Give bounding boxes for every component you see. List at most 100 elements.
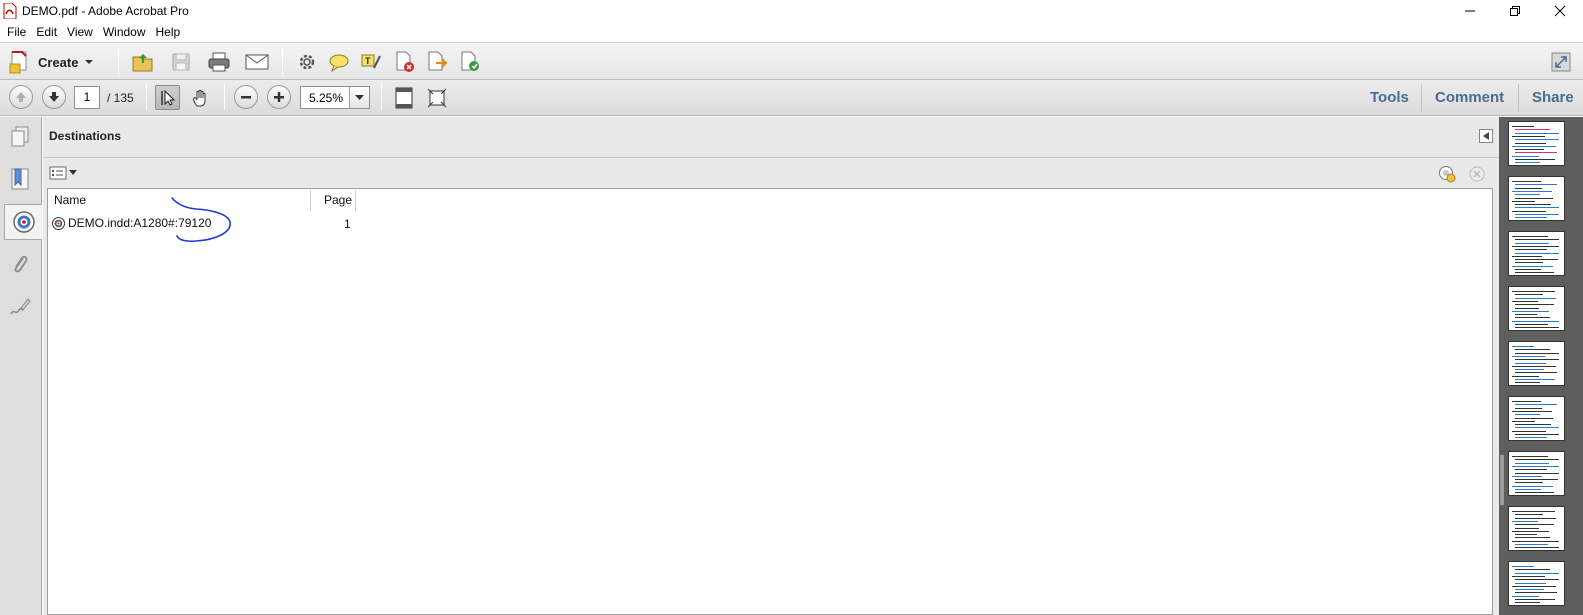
page-thumbnail[interactable] bbox=[1508, 176, 1565, 221]
delete-circle-icon bbox=[1469, 166, 1485, 182]
hand-tool-button[interactable] bbox=[188, 85, 213, 110]
restore-button[interactable] bbox=[1492, 0, 1538, 22]
destination-row[interactable]: DEMO.indd:A1280#:79120 bbox=[52, 213, 211, 233]
attachments-button[interactable] bbox=[4, 247, 36, 283]
destination-target-icon bbox=[52, 216, 65, 230]
select-tool-button[interactable] bbox=[155, 85, 180, 110]
delete-pdf-button[interactable] bbox=[392, 50, 418, 74]
scan-target-icon bbox=[1439, 166, 1456, 183]
comment-icon bbox=[329, 54, 349, 72]
zoom-out-button[interactable] bbox=[234, 85, 258, 109]
navigation-pane-rail bbox=[0, 117, 42, 615]
save-icon bbox=[172, 53, 190, 71]
target-icon bbox=[12, 211, 35, 233]
settings-button[interactable] bbox=[294, 50, 320, 74]
title-bar: DEMO.pdf - Adobe Acrobat Pro bbox=[0, 0, 1583, 22]
highlight-text-icon: T bbox=[361, 54, 381, 69]
panel-header: Destinations bbox=[43, 117, 1499, 158]
open-button[interactable] bbox=[130, 50, 156, 74]
column-header-page[interactable]: Page bbox=[324, 189, 352, 211]
zoom-level-value: 5.25% bbox=[309, 91, 344, 105]
previous-page-button[interactable] bbox=[9, 85, 33, 109]
delete-destination-button[interactable] bbox=[1468, 165, 1486, 183]
create-button[interactable]: Create bbox=[8, 49, 94, 75]
zoom-dropdown-button[interactable] bbox=[349, 87, 369, 108]
chevron-down-icon bbox=[355, 94, 364, 100]
create-pdf-icon bbox=[9, 51, 27, 74]
signatures-button[interactable] bbox=[4, 289, 36, 325]
fit-width-button[interactable] bbox=[424, 85, 449, 110]
share-pdf-icon bbox=[461, 51, 479, 71]
export-pdf-button[interactable] bbox=[424, 50, 450, 74]
bookmarks-button[interactable] bbox=[4, 161, 36, 197]
save-button[interactable] bbox=[168, 50, 194, 74]
menu-help[interactable]: Help bbox=[151, 22, 186, 42]
select-cursor-icon bbox=[160, 89, 175, 106]
zoom-in-button[interactable] bbox=[267, 85, 291, 109]
chevron-down-icon bbox=[69, 170, 77, 175]
window-title: DEMO.pdf - Adobe Acrobat Pro bbox=[22, 4, 189, 18]
zoom-in-icon bbox=[274, 92, 284, 102]
arrow-up-icon bbox=[16, 92, 26, 102]
page-thumbnail[interactable] bbox=[1508, 451, 1565, 496]
list-options-icon bbox=[49, 166, 67, 180]
comment-tab[interactable]: Comment bbox=[1435, 89, 1504, 106]
chevron-down-icon bbox=[85, 60, 94, 64]
page-thumbnail[interactable] bbox=[1508, 121, 1565, 166]
chevron-left-icon bbox=[1483, 132, 1489, 140]
page-thumbnail-strip[interactable] bbox=[1499, 117, 1583, 615]
hand-icon bbox=[192, 89, 205, 106]
paperclip-icon bbox=[14, 255, 28, 273]
comment-button[interactable] bbox=[326, 50, 352, 74]
page-thumbnail[interactable] bbox=[1508, 396, 1565, 441]
column-header-name[interactable]: Name bbox=[54, 189, 86, 211]
thumbnail-scrollbar[interactable] bbox=[1500, 455, 1504, 505]
menu-view[interactable]: View bbox=[62, 22, 98, 42]
menu-edit[interactable]: Edit bbox=[31, 22, 62, 42]
destination-page: 1 bbox=[344, 217, 351, 231]
panel-toolbar bbox=[43, 159, 1499, 187]
signature-icon bbox=[10, 298, 31, 315]
pages-icon bbox=[11, 126, 29, 147]
next-page-button[interactable] bbox=[42, 85, 66, 109]
highlight-button[interactable]: T bbox=[358, 50, 384, 74]
destinations-list[interactable]: Name Page DEMO.indd:A1280#:79120 1 bbox=[47, 188, 1493, 615]
print-button[interactable] bbox=[206, 50, 232, 74]
options-menu-button[interactable] bbox=[49, 164, 77, 182]
close-button[interactable] bbox=[1537, 0, 1583, 22]
email-icon bbox=[245, 54, 269, 70]
navigation-toolbar: 1 / 135 5.25% Tools Comment Share bbox=[0, 80, 1583, 116]
create-label: Create bbox=[38, 54, 79, 70]
expand-view-button[interactable] bbox=[1548, 50, 1574, 74]
page-thumbnail[interactable] bbox=[1508, 231, 1565, 276]
scan-document-button[interactable] bbox=[1438, 165, 1456, 183]
collapse-panel-button[interactable] bbox=[1479, 129, 1493, 143]
fit-page-button[interactable] bbox=[391, 85, 416, 110]
page-thumbnail[interactable] bbox=[1508, 286, 1565, 331]
page-number-input[interactable]: 1 bbox=[74, 86, 100, 109]
page-thumbnail[interactable] bbox=[1508, 506, 1565, 551]
page-thumbnail[interactable] bbox=[1508, 561, 1565, 606]
fit-page-icon bbox=[395, 87, 412, 108]
delete-pdf-icon bbox=[396, 51, 414, 72]
destinations-panel: Destinations Name Page DEMO.indd:A1280#:… bbox=[43, 117, 1499, 615]
page-thumbnails-button[interactable] bbox=[4, 119, 36, 155]
fit-width-icon bbox=[427, 88, 446, 107]
menu-file[interactable]: File bbox=[2, 22, 31, 42]
page-total-label: / 135 bbox=[107, 91, 134, 105]
acrobat-pdf-icon bbox=[3, 2, 17, 20]
print-icon bbox=[208, 52, 230, 72]
share-tab[interactable]: Share bbox=[1532, 89, 1574, 106]
zoom-out-icon bbox=[241, 96, 251, 99]
tools-tab[interactable]: Tools bbox=[1370, 89, 1409, 106]
page-thumbnail[interactable] bbox=[1508, 341, 1565, 386]
menu-window[interactable]: Window bbox=[98, 22, 151, 42]
send-pdf-button[interactable] bbox=[457, 50, 483, 74]
destinations-button[interactable] bbox=[4, 204, 42, 240]
minimize-button[interactable] bbox=[1447, 0, 1493, 22]
zoom-level-select[interactable]: 5.25% bbox=[300, 86, 370, 109]
email-button[interactable] bbox=[244, 50, 270, 74]
open-folder-icon bbox=[132, 54, 153, 72]
menu-bar: File Edit View Window Help bbox=[0, 22, 1583, 42]
bookmark-icon bbox=[11, 168, 29, 190]
